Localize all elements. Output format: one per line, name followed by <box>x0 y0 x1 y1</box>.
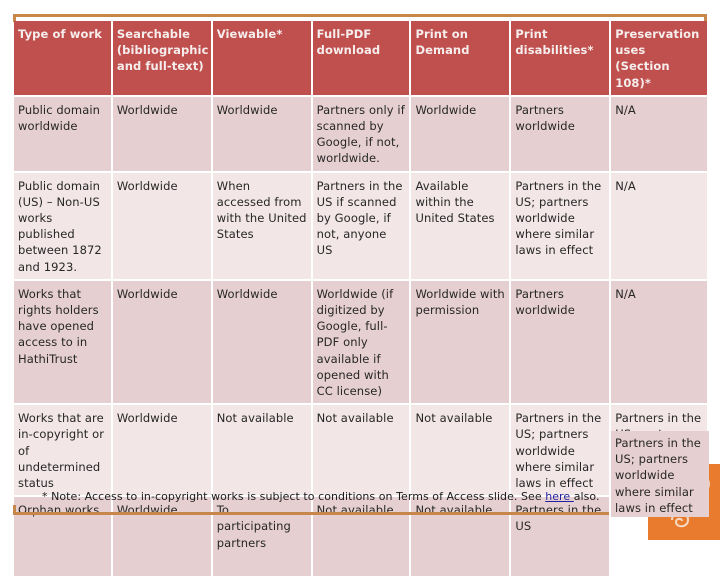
cell-type: Orphan works <box>14 497 111 576</box>
cell-preservation: N/A <box>611 280 707 406</box>
footnote-text: * Note: Access to in-copyright works is … <box>42 490 546 503</box>
footnote-suffix: also. <box>573 490 600 503</box>
footnote: * Note: Access to in-copyright works is … <box>42 490 600 503</box>
table-row: Public domain worldwide Worldwide Worldw… <box>14 96 707 173</box>
here-link[interactable]: here <box>545 490 574 503</box>
table-row: Works that are in-copyright or of undete… <box>14 405 707 498</box>
cell-disabilities: Partners worldwide <box>511 96 610 173</box>
top-border-rule <box>13 14 707 17</box>
cell-pdf: Not available <box>312 497 410 576</box>
cell-viewable: Worldwide <box>212 280 311 406</box>
cell-viewable: To participating partners <box>212 497 311 576</box>
table-row: Public domain (US) – Non-US works publis… <box>14 172 707 281</box>
cell-viewable: Worldwide <box>212 96 311 173</box>
cell-preservation: N/A <box>611 96 707 173</box>
cell-disabilities: Partners in the US; partners worldwide w… <box>511 405 610 498</box>
cell-disabilities: Partners worldwide <box>511 280 610 406</box>
header-preservation: Preservation uses (Section 108)* <box>611 21 707 97</box>
cell-viewable: When accessed from with the United State… <box>212 172 311 281</box>
cell-type: Public domain worldwide <box>14 96 111 173</box>
cell-searchable: Worldwide <box>112 405 211 498</box>
header-searchable: Searchable (bibliographic and full-text) <box>112 21 211 97</box>
table-row: Works that rights holders have opened ac… <box>14 280 707 406</box>
cell-pod: Worldwide with permission <box>411 280 510 406</box>
cell-pod: Worldwide <box>411 96 510 173</box>
cell-pod: Not available <box>411 497 510 576</box>
cell-pdf: Partners in the US if scanned by Google,… <box>312 172 410 281</box>
cell-disabilities: Partners in the US <box>511 497 610 576</box>
cell-type: Works that rights holders have opened ac… <box>14 280 111 406</box>
cell-pdf: Not available <box>312 405 410 498</box>
header-full-pdf: Full-PDF download <box>312 21 410 97</box>
cell-preservation: N/A <box>611 172 707 281</box>
bottom-border-tick-left <box>13 505 16 515</box>
cell-searchable: Worldwide <box>112 280 211 406</box>
header-print-disabilities: Print disabilities* <box>511 21 610 97</box>
cell-preservation: Partners in the US; partners worldwide w… <box>609 431 709 517</box>
table-row: Orphan works Worldwide To participating … <box>14 497 707 576</box>
cell-pdf: Partners only if scanned by Google, if n… <box>312 96 410 173</box>
cell-viewable: Not available <box>212 405 311 498</box>
bottom-border-rule <box>13 512 663 515</box>
cell-pod: Available within the United States <box>411 172 510 281</box>
cell-disabilities: Partners in the US; partners worldwide w… <box>511 172 610 281</box>
table-header-row: Type of work Searchable (bibliographic a… <box>14 21 707 97</box>
cell-searchable: Worldwide <box>112 497 211 576</box>
header-viewable: Viewable* <box>212 21 311 97</box>
cell-searchable: Worldwide <box>112 96 211 173</box>
cell-type: Works that are in-copyright or of undete… <box>14 405 111 498</box>
header-type-of-work: Type of work <box>14 21 111 97</box>
cell-pod: Not available <box>411 405 510 498</box>
cell-type: Public domain (US) – Non-US works publis… <box>14 172 111 281</box>
cell-searchable: Worldwide <box>112 172 211 281</box>
header-print-on-demand: Print on Demand <box>411 21 510 97</box>
cell-pdf: Worldwide (if digitized by Google, full-… <box>312 280 410 406</box>
